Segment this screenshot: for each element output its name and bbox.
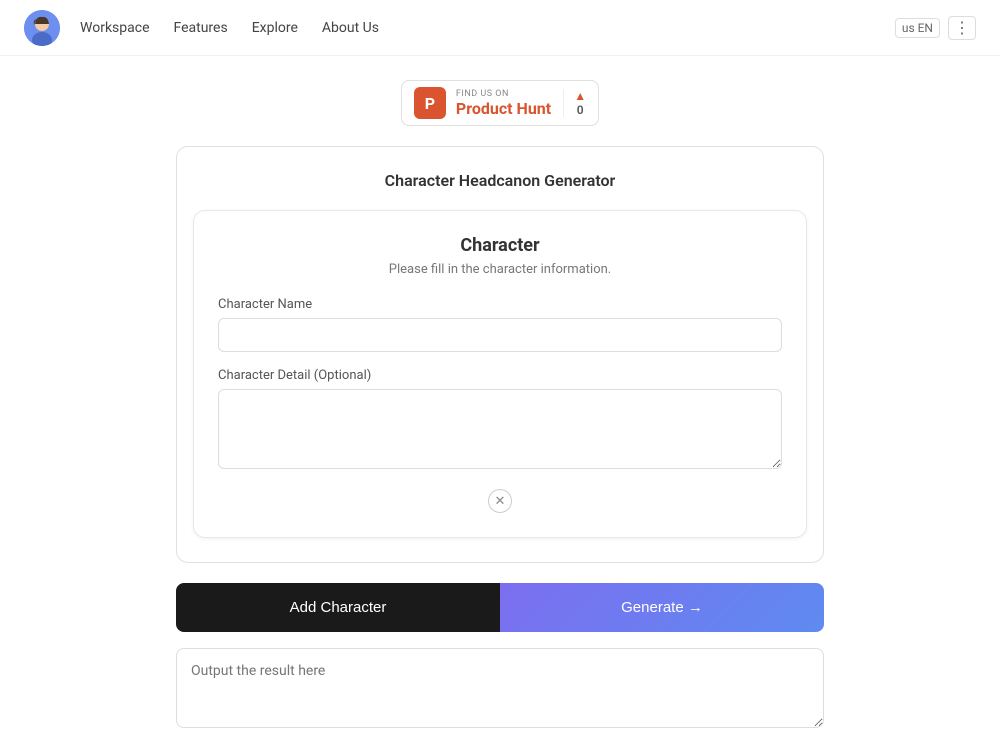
character-name-group: Character Name bbox=[218, 297, 782, 352]
close-character-card-button[interactable]: ✕ bbox=[488, 489, 512, 513]
character-name-input[interactable] bbox=[218, 318, 782, 352]
ph-find-us-label: FIND US ON bbox=[456, 89, 551, 99]
output-section bbox=[160, 648, 840, 732]
nav-right: us EN ⋮ bbox=[895, 16, 976, 40]
character-card-title: Character bbox=[218, 235, 782, 256]
nav-about[interactable]: About Us bbox=[322, 20, 379, 36]
language-badge[interactable]: us EN bbox=[895, 18, 940, 38]
card-container: Character Headcanon Generator Character … bbox=[176, 146, 824, 563]
generate-button[interactable]: Generate → bbox=[500, 583, 824, 632]
character-detail-label: Character Detail (Optional) bbox=[218, 368, 782, 383]
navbar: Workspace Features Explore About Us us E… bbox=[0, 0, 1000, 56]
card-close-area: ✕ bbox=[218, 489, 782, 513]
product-hunt-badge[interactable]: P FIND US ON Product Hunt ▲ 0 bbox=[401, 80, 599, 126]
nav-logo bbox=[24, 10, 60, 46]
ph-upvote-icon: ▲ bbox=[574, 89, 586, 103]
nav-links: Workspace Features Explore About Us bbox=[80, 20, 895, 36]
output-textarea[interactable] bbox=[176, 648, 824, 728]
ph-votes-block: ▲ 0 bbox=[563, 89, 586, 117]
page-title: Character Headcanon Generator bbox=[193, 171, 807, 190]
main-container: Character Headcanon Generator Character … bbox=[160, 146, 840, 563]
action-buttons-section: Add Character Generate → bbox=[160, 583, 840, 632]
more-options-button[interactable]: ⋮ bbox=[948, 16, 976, 40]
add-character-button[interactable]: Add Character bbox=[176, 583, 500, 632]
character-card-subtitle: Please fill in the character information… bbox=[218, 262, 782, 277]
character-card: Character Please fill in the character i… bbox=[193, 210, 807, 538]
ph-logo-icon: P bbox=[414, 87, 446, 119]
nav-features[interactable]: Features bbox=[174, 20, 228, 36]
product-hunt-section: P FIND US ON Product Hunt ▲ 0 bbox=[0, 56, 1000, 146]
ph-product-name: Product Hunt bbox=[456, 99, 551, 118]
character-name-label: Character Name bbox=[218, 297, 782, 312]
character-detail-textarea[interactable] bbox=[218, 389, 782, 469]
character-detail-group: Character Detail (Optional) bbox=[218, 368, 782, 473]
ph-vote-count: 0 bbox=[577, 103, 584, 117]
nav-explore[interactable]: Explore bbox=[252, 20, 298, 36]
ph-text-block: FIND US ON Product Hunt bbox=[456, 89, 551, 118]
nav-workspace[interactable]: Workspace bbox=[80, 20, 150, 36]
